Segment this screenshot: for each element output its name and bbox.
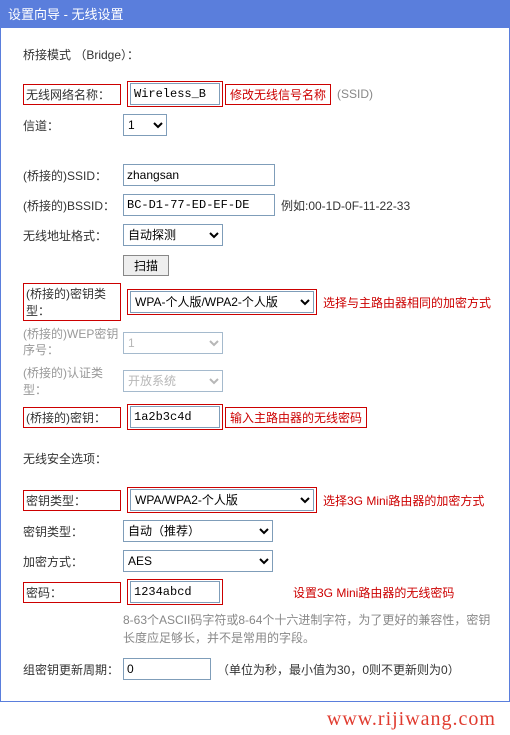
wireless-name-input[interactable] xyxy=(130,83,220,105)
bridge-auth-label: (桥接的)认证类型： xyxy=(13,364,123,398)
key-type2-select[interactable]: 自动（推荐） xyxy=(123,520,273,542)
bridge-pwd-label: (桥接的)密钥： xyxy=(26,409,118,426)
bridge-bssid-input[interactable] xyxy=(123,194,275,216)
watermark: www.rijiwang.com xyxy=(0,702,510,735)
content-panel: 桥接模式 （Bridge）： 无线网络名称： 修改无线信号名称 (SSID) 信… xyxy=(0,27,510,702)
bridge-ssid-row: (桥接的)SSID： xyxy=(13,163,497,187)
title-bar: 设置向导 - 无线设置 xyxy=(0,0,510,27)
key-type2-label: 密钥类型： xyxy=(13,523,123,540)
pwd-help-text: 8-63个ASCII码字符或8-64个十六进制字符，为了更好的兼容性，密钥长度应… xyxy=(123,611,497,647)
bridge-key-type-select[interactable]: WPA-个人版/WPA2-个人版 xyxy=(130,291,314,313)
scan-row: 扫描 xyxy=(13,253,497,277)
bridge-bssid-label: (桥接的)BSSID： xyxy=(13,197,123,214)
bridge-key-type-row: (桥接的)密钥类型： WPA-个人版/WPA2-个人版 选择与主路由器相同的加密… xyxy=(13,283,497,321)
pwd-label: 密码： xyxy=(26,584,118,601)
pwd-annotation: 设置3G Mini路由器的无线密码 xyxy=(293,584,454,601)
bridge-auth-row: (桥接的)认证类型： 开放系统 xyxy=(13,364,497,398)
bridge-pwd-input[interactable] xyxy=(130,406,220,428)
pwd-input[interactable] xyxy=(130,581,220,603)
bridge-pwd-row: (桥接的)密钥： 输入主路由器的无线密码 xyxy=(13,404,497,430)
channel-select[interactable]: 1 xyxy=(123,114,167,136)
addr-format-row: 无线地址格式： 自动探测 xyxy=(13,223,497,247)
page-title: 设置向导 - 无线设置 xyxy=(8,7,124,22)
key-type-select[interactable]: WPA/WPA2-个人版 xyxy=(130,489,314,511)
security-label: 无线安全选项： xyxy=(23,450,497,467)
wireless-name-row: 无线网络名称： 修改无线信号名称 (SSID) xyxy=(13,81,497,107)
bridge-key-type-annotation: 选择与主路由器相同的加密方式 xyxy=(323,294,491,311)
addr-format-select[interactable]: 自动探测 xyxy=(123,224,223,246)
scan-button[interactable]: 扫描 xyxy=(123,255,169,276)
channel-label: 信道： xyxy=(13,117,123,134)
bridge-wep-select: 1 xyxy=(123,332,223,354)
bridge-ssid-input[interactable] xyxy=(123,164,275,186)
bridge-pwd-annotation: 输入主路由器的无线密码 xyxy=(230,409,362,426)
bridge-auth-select: 开放系统 xyxy=(123,370,223,392)
key-type2-row: 密钥类型： 自动（推荐） xyxy=(13,519,497,543)
channel-row: 信道： 1 xyxy=(13,113,497,137)
key-type-annotation: 选择3G Mini路由器的加密方式 xyxy=(323,492,484,509)
bridge-mode-label: 桥接模式 （Bridge）： xyxy=(23,46,497,63)
wireless-name-annotation: 修改无线信号名称 xyxy=(230,86,326,103)
bridge-key-type-label: (桥接的)密钥类型： xyxy=(26,285,118,319)
ssid-suffix: (SSID) xyxy=(337,87,373,101)
key-type-label: 密钥类型： xyxy=(26,492,118,509)
wireless-name-label: 无线网络名称： xyxy=(26,86,118,103)
bridge-wep-row: (桥接的)WEP密钥序号： 1 xyxy=(13,327,497,358)
key-type-row: 密钥类型： WPA/WPA2-个人版 选择3G Mini路由器的加密方式 xyxy=(13,487,497,513)
group-key-label: 组密钥更新周期： xyxy=(13,661,123,678)
enc-label: 加密方式： xyxy=(13,553,123,570)
pwd-row: 密码： 设置3G Mini路由器的无线密码 xyxy=(13,579,497,605)
bridge-bssid-row: (桥接的)BSSID： 例如:00-1D-0F-11-22-33 xyxy=(13,193,497,217)
group-key-row: 组密钥更新周期： （单位为秒，最小值为30，0则不更新则为0） xyxy=(13,657,497,681)
enc-select[interactable]: AES xyxy=(123,550,273,572)
addr-format-label: 无线地址格式： xyxy=(13,227,123,244)
bridge-wep-label: (桥接的)WEP密钥序号： xyxy=(13,327,123,358)
bridge-bssid-example: 例如:00-1D-0F-11-22-33 xyxy=(281,197,410,214)
bridge-ssid-label: (桥接的)SSID： xyxy=(13,167,123,184)
enc-row: 加密方式： AES xyxy=(13,549,497,573)
group-key-input[interactable] xyxy=(123,658,211,680)
group-key-hint: （单位为秒，最小值为30，0则不更新则为0） xyxy=(217,661,460,678)
